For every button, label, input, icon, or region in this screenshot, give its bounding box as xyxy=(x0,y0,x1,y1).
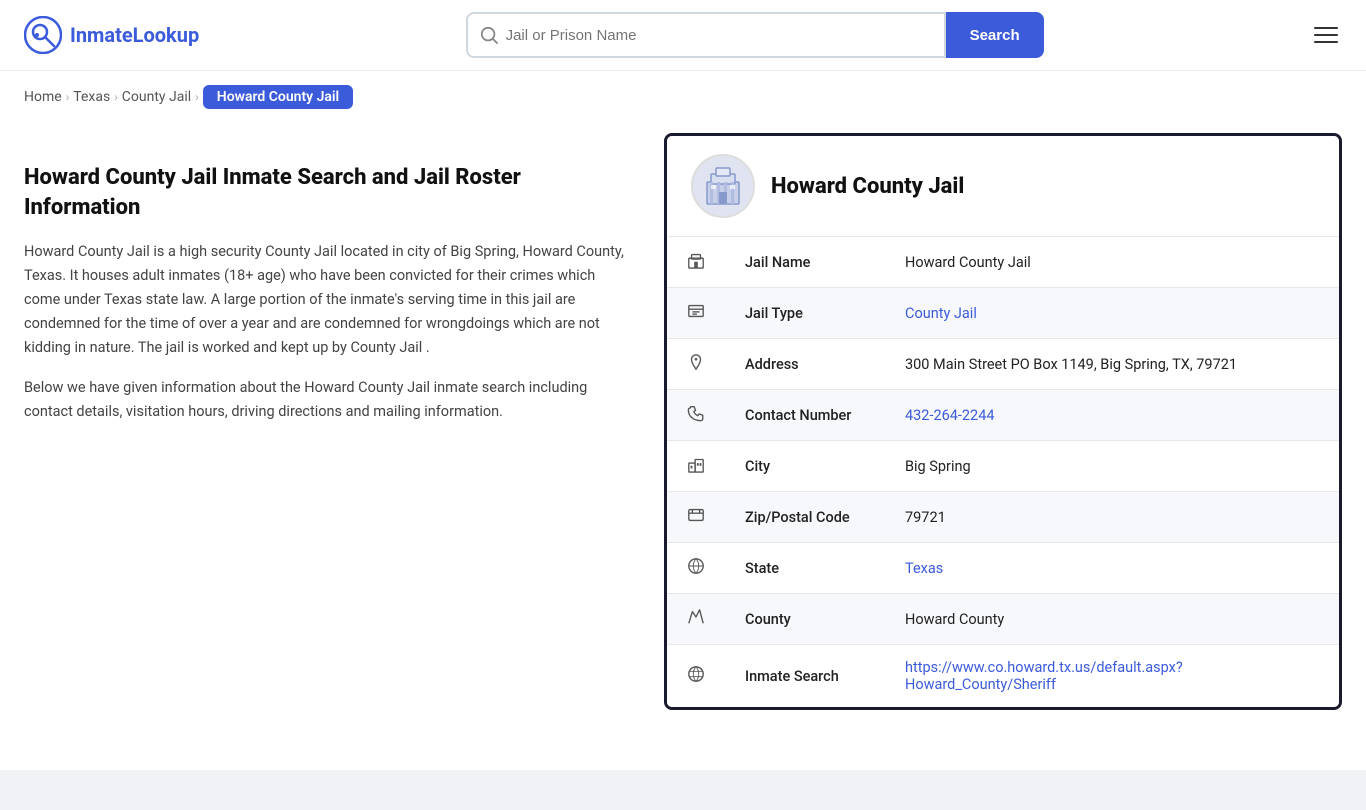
county-label: County xyxy=(725,594,885,645)
phone-label: Contact Number xyxy=(725,390,885,441)
city-label: City xyxy=(725,441,885,492)
phone-value[interactable]: 432-264-2244 xyxy=(885,390,1339,441)
logo-icon xyxy=(24,16,62,54)
breadcrumb-texas[interactable]: Texas xyxy=(73,89,110,105)
inmate-search-label: Inmate Search xyxy=(725,645,885,708)
hamburger-line-3 xyxy=(1314,41,1338,43)
breadcrumb-county-jail[interactable]: County Jail xyxy=(122,89,191,105)
city-value: Big Spring xyxy=(885,441,1339,492)
table-row: Zip/Postal Code 79721 xyxy=(667,492,1339,543)
address-value: 300 Main Street PO Box 1149, Big Spring,… xyxy=(885,339,1339,390)
jail-icon xyxy=(687,251,705,269)
table-row: Inmate Search https://www.co.howard.tx.u… xyxy=(667,645,1339,708)
type-icon xyxy=(687,302,705,320)
header: InmateLookup Search xyxy=(0,0,1366,71)
hamburger-line-2 xyxy=(1314,34,1338,36)
breadcrumb: Home › Texas › County Jail › Howard Coun… xyxy=(0,71,1366,123)
jail-name-value: Howard County Jail xyxy=(885,237,1339,288)
inmate-search-value[interactable]: https://www.co.howard.tx.us/default.aspx… xyxy=(885,645,1339,708)
address-icon xyxy=(687,353,705,371)
state-link[interactable]: Texas xyxy=(905,560,943,577)
page-heading: Howard County Jail Inmate Search and Jai… xyxy=(24,163,624,222)
jail-name-label: Jail Name xyxy=(725,237,885,288)
city-icon xyxy=(687,455,705,473)
table-row: County Howard County xyxy=(667,594,1339,645)
zip-icon xyxy=(687,506,705,524)
table-row: Jail Name Howard County Jail xyxy=(667,237,1339,288)
inmate-search-icon xyxy=(687,665,705,683)
chevron-icon-2: › xyxy=(114,90,118,104)
search-icon xyxy=(480,26,498,44)
zip-icon-cell xyxy=(667,492,725,543)
info-card-header: Howard County Jail xyxy=(667,136,1339,237)
jail-card-title: Howard County Jail xyxy=(771,174,964,199)
search-button[interactable]: Search xyxy=(946,12,1044,58)
table-row: State Texas xyxy=(667,543,1339,594)
hamburger-line-1 xyxy=(1314,27,1338,29)
jail-type-link[interactable]: County Jail xyxy=(905,305,977,322)
jail-type-value[interactable]: County Jail xyxy=(885,288,1339,339)
table-row: Jail Type County Jail xyxy=(667,288,1339,339)
logo-text: InmateLookup xyxy=(70,23,199,47)
jail-name-icon-cell xyxy=(667,237,725,288)
table-row: Address 300 Main Street PO Box 1149, Big… xyxy=(667,339,1339,390)
table-row: Contact Number 432-264-2244 xyxy=(667,390,1339,441)
info-card: Howard County Jail xyxy=(664,133,1342,710)
building-icon xyxy=(701,164,745,208)
info-table: Jail Name Howard County Jail xyxy=(667,237,1339,707)
address-icon-cell xyxy=(667,339,725,390)
footer-bar xyxy=(0,770,1366,810)
hamburger-menu[interactable] xyxy=(1310,23,1342,47)
county-icon-cell xyxy=(667,594,725,645)
inmate-search-icon-cell xyxy=(667,645,725,708)
jail-avatar xyxy=(691,154,755,218)
zip-value: 79721 xyxy=(885,492,1339,543)
state-label: State xyxy=(725,543,885,594)
left-column: Howard County Jail Inmate Search and Jai… xyxy=(24,123,664,424)
city-icon-cell xyxy=(667,441,725,492)
phone-icon xyxy=(687,404,705,422)
inmate-search-link[interactable]: https://www.co.howard.tx.us/default.aspx… xyxy=(905,659,1183,693)
table-row: City Big Spring xyxy=(667,441,1339,492)
logo[interactable]: InmateLookup xyxy=(24,16,199,54)
search-wrapper xyxy=(466,12,946,58)
phone-link[interactable]: 432-264-2244 xyxy=(905,407,995,424)
address-label: Address xyxy=(725,339,885,390)
chevron-icon-1: › xyxy=(66,90,70,104)
jail-type-label: Jail Type xyxy=(725,288,885,339)
zip-label: Zip/Postal Code xyxy=(725,492,885,543)
breadcrumb-active: Howard County Jail xyxy=(203,85,353,109)
state-icon xyxy=(687,557,705,575)
search-input[interactable] xyxy=(506,27,932,44)
description-paragraph-1: Howard County Jail is a high security Co… xyxy=(24,240,624,360)
jail-type-icon-cell xyxy=(667,288,725,339)
search-area: Search xyxy=(466,12,1044,58)
state-icon-cell xyxy=(667,543,725,594)
county-value: Howard County xyxy=(885,594,1339,645)
right-column: Howard County Jail xyxy=(664,123,1342,710)
main-content: Howard County Jail Inmate Search and Jai… xyxy=(0,123,1366,750)
chevron-icon-3: › xyxy=(195,90,199,104)
county-icon xyxy=(687,608,705,626)
state-value[interactable]: Texas xyxy=(885,543,1339,594)
phone-icon-cell xyxy=(667,390,725,441)
breadcrumb-home[interactable]: Home xyxy=(24,89,62,105)
description-paragraph-2: Below we have given information about th… xyxy=(24,376,624,424)
